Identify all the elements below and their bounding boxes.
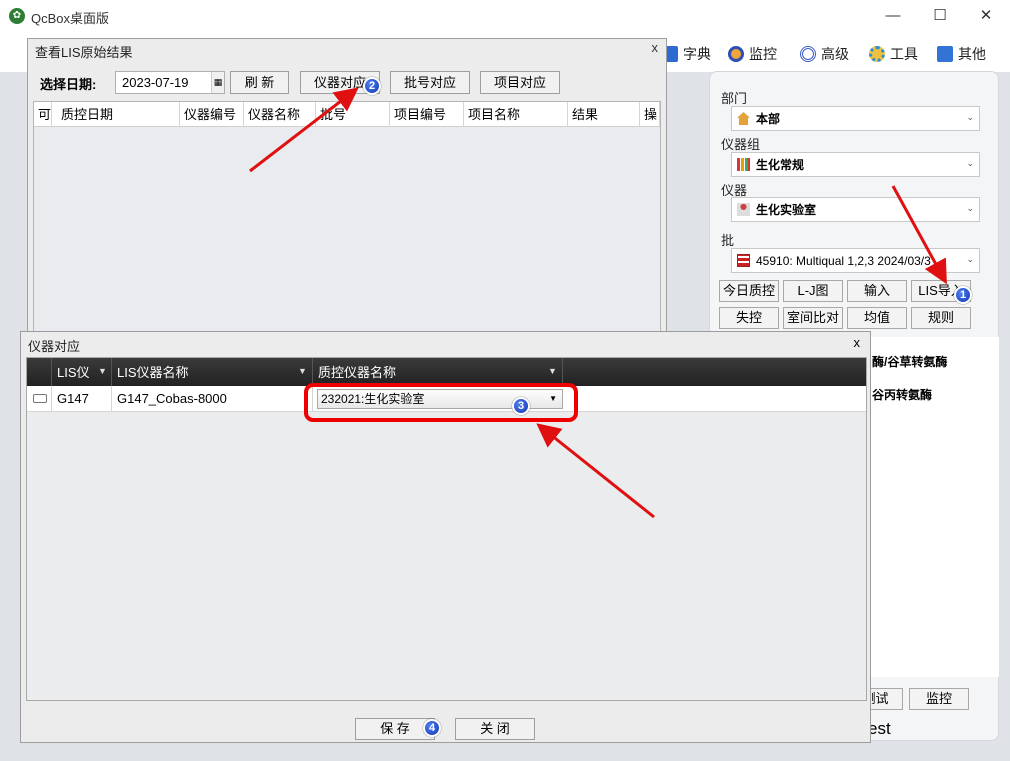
mean-button[interactable]: 均值 <box>847 307 907 329</box>
list-text-alt: 谷丙转氨酶 <box>872 388 933 402</box>
col-selectable[interactable]: 可 <box>34 102 52 127</box>
interlab-compare-button[interactable]: 室间比对 <box>783 307 843 329</box>
group-value: 生化常规 <box>756 158 805 172</box>
out-of-control-button[interactable]: 失控 <box>719 307 779 329</box>
filter-icon[interactable]: ▼ <box>548 367 557 376</box>
calendar-icon[interactable]: ▦ <box>211 72 224 93</box>
filter-icon[interactable]: ▼ <box>298 367 307 376</box>
instrument-select[interactable]: 生化实验室 ⌄ <box>731 197 980 222</box>
col-lis-name-label: LIS仪器名称 <box>117 365 189 380</box>
step-badge-1: 1 <box>954 286 972 304</box>
col-qc-date[interactable]: 质控日期 <box>52 102 180 127</box>
highlight-box <box>304 383 578 422</box>
menu-monitor[interactable]: 监控 <box>728 45 777 63</box>
app-logo-icon: ✿ <box>9 8 25 24</box>
mapping-dialog-title: 仪器对应 <box>28 339 81 354</box>
batch-icon <box>737 254 750 267</box>
row-indicator-cell <box>27 386 52 412</box>
target-icon <box>800 46 816 62</box>
lab-user-icon <box>737 203 750 216</box>
maximize-button[interactable]: ☐ <box>917 0 963 32</box>
batch-value: 45910: Multiqual 1,2,3 2024/03/3 <box>756 253 931 268</box>
lis-dialog-close-button[interactable]: x <box>652 40 659 55</box>
cell-lis-name: G147_Cobas-8000 <box>112 386 313 412</box>
item-mapping-button[interactable]: 项目对应 <box>480 71 560 94</box>
batch-mapping-button[interactable]: 批号对应 <box>390 71 470 94</box>
lis-dialog-titlebar: 查看LIS原始结果 x <box>28 39 666 61</box>
dept-value: 本部 <box>756 112 781 126</box>
refresh-button[interactable]: 刷 新 <box>230 71 289 94</box>
col-qc-instrument[interactable]: 质控仪器名称 ▼ <box>313 358 563 386</box>
menu-other-label: 其他 <box>958 46 986 62</box>
col-item-code[interactable]: 项目编号 <box>390 102 464 127</box>
step-badge-3: 3 <box>512 397 530 415</box>
date-input[interactable]: 2023-07-19 <box>115 71 225 94</box>
menu-tools[interactable]: 工具 <box>869 45 918 63</box>
col-row-indicator <box>27 358 52 386</box>
lis-dialog-title: 查看LIS原始结果 <box>35 45 133 60</box>
menu-other[interactable]: 其他 <box>937 45 986 63</box>
minimize-button[interactable]: — <box>870 0 916 32</box>
col-instrument-code[interactable]: 仪器编号 <box>180 102 244 127</box>
col-batch[interactable]: 批号 <box>316 102 390 127</box>
filter-icon[interactable]: ▼ <box>98 367 107 376</box>
step-badge-4: 4 <box>423 719 441 737</box>
window-titlebar: ✿ QcBox桌面版 — ☐ ✕ <box>0 0 1010 32</box>
chevron-down-icon: ⌄ <box>966 112 974 122</box>
col-lis-code-label: LIS仪 <box>57 365 90 380</box>
cell-lis-code: G147 <box>52 386 112 412</box>
col-item-name[interactable]: 项目名称 <box>464 102 568 127</box>
menu-advanced-label: 高级 <box>821 46 849 62</box>
window-title: QcBox桌面版 <box>31 11 110 26</box>
home-icon <box>737 112 750 125</box>
col-action[interactable]: 操 <box>640 102 660 127</box>
col-instrument-name[interactable]: 仪器名称 <box>244 102 316 127</box>
info-icon <box>937 46 953 62</box>
user-text: est <box>868 719 891 738</box>
menu-advanced[interactable]: 高级 <box>800 45 849 63</box>
col-lis-code[interactable]: LIS仪 ▼ <box>52 358 112 386</box>
col-result[interactable]: 结果 <box>568 102 640 127</box>
row-indicator-icon <box>33 394 47 403</box>
batch-label: 批 <box>721 233 735 248</box>
input-button[interactable]: 输入 <box>847 280 907 302</box>
chevron-down-icon: ⌄ <box>966 203 974 213</box>
instrument-value: 生化实验室 <box>756 203 817 217</box>
chevron-down-icon: ⌄ <box>966 254 974 264</box>
monitor-button[interactable]: 监控 <box>909 688 969 710</box>
lj-chart-button[interactable]: L-J图 <box>783 280 843 302</box>
menu-dict[interactable]: 字典 <box>662 45 711 63</box>
dept-select[interactable]: 本部 ⌄ <box>731 106 980 131</box>
close-window-button[interactable]: ✕ <box>963 0 1009 32</box>
date-label: 选择日期: <box>40 77 97 92</box>
batch-select[interactable]: 45910: Multiqual 1,2,3 2024/03/3 ⌄ <box>731 248 980 273</box>
test-tubes-icon <box>737 158 750 171</box>
group-label: 仪器组 <box>721 137 761 152</box>
lis-grid-header: 可 质控日期 仪器编号 仪器名称 批号 项目编号 项目名称 结果 操 <box>34 102 660 127</box>
list-text-ast: 酶/谷草转氨酶 <box>872 355 948 369</box>
lis-result-grid: 可 质控日期 仪器编号 仪器名称 批号 项目编号 项目名称 结果 操 <box>33 101 661 336</box>
gear-icon <box>869 46 885 62</box>
close-button[interactable]: 关 闭 <box>455 718 535 740</box>
menu-tools-label: 工具 <box>890 46 918 62</box>
lis-result-dialog: 查看LIS原始结果 x 选择日期: 2023-07-19 ▦ 刷 新 仪器对应 … <box>27 38 667 338</box>
group-select[interactable]: 生化常规 ⌄ <box>731 152 980 177</box>
mapping-dialog-footer: 保 存 关 闭 <box>26 704 867 740</box>
col-lis-name[interactable]: LIS仪器名称 ▼ <box>112 358 313 386</box>
rules-button[interactable]: 规则 <box>911 307 971 329</box>
menu-monitor-label: 监控 <box>749 46 777 62</box>
menu-dict-label: 字典 <box>683 46 711 62</box>
monitor-icon <box>728 46 744 62</box>
chevron-down-icon: ⌄ <box>966 158 974 168</box>
today-qc-button[interactable]: 今日质控 <box>719 280 779 302</box>
step-badge-2: 2 <box>363 77 381 95</box>
mapping-grid-header: LIS仪 ▼ LIS仪器名称 ▼ 质控仪器名称 ▼ <box>27 358 866 386</box>
dept-label: 部门 <box>721 91 748 106</box>
mapping-dialog-close-button[interactable]: x <box>854 335 861 350</box>
col-qc-instrument-label: 质控仪器名称 <box>318 365 397 380</box>
